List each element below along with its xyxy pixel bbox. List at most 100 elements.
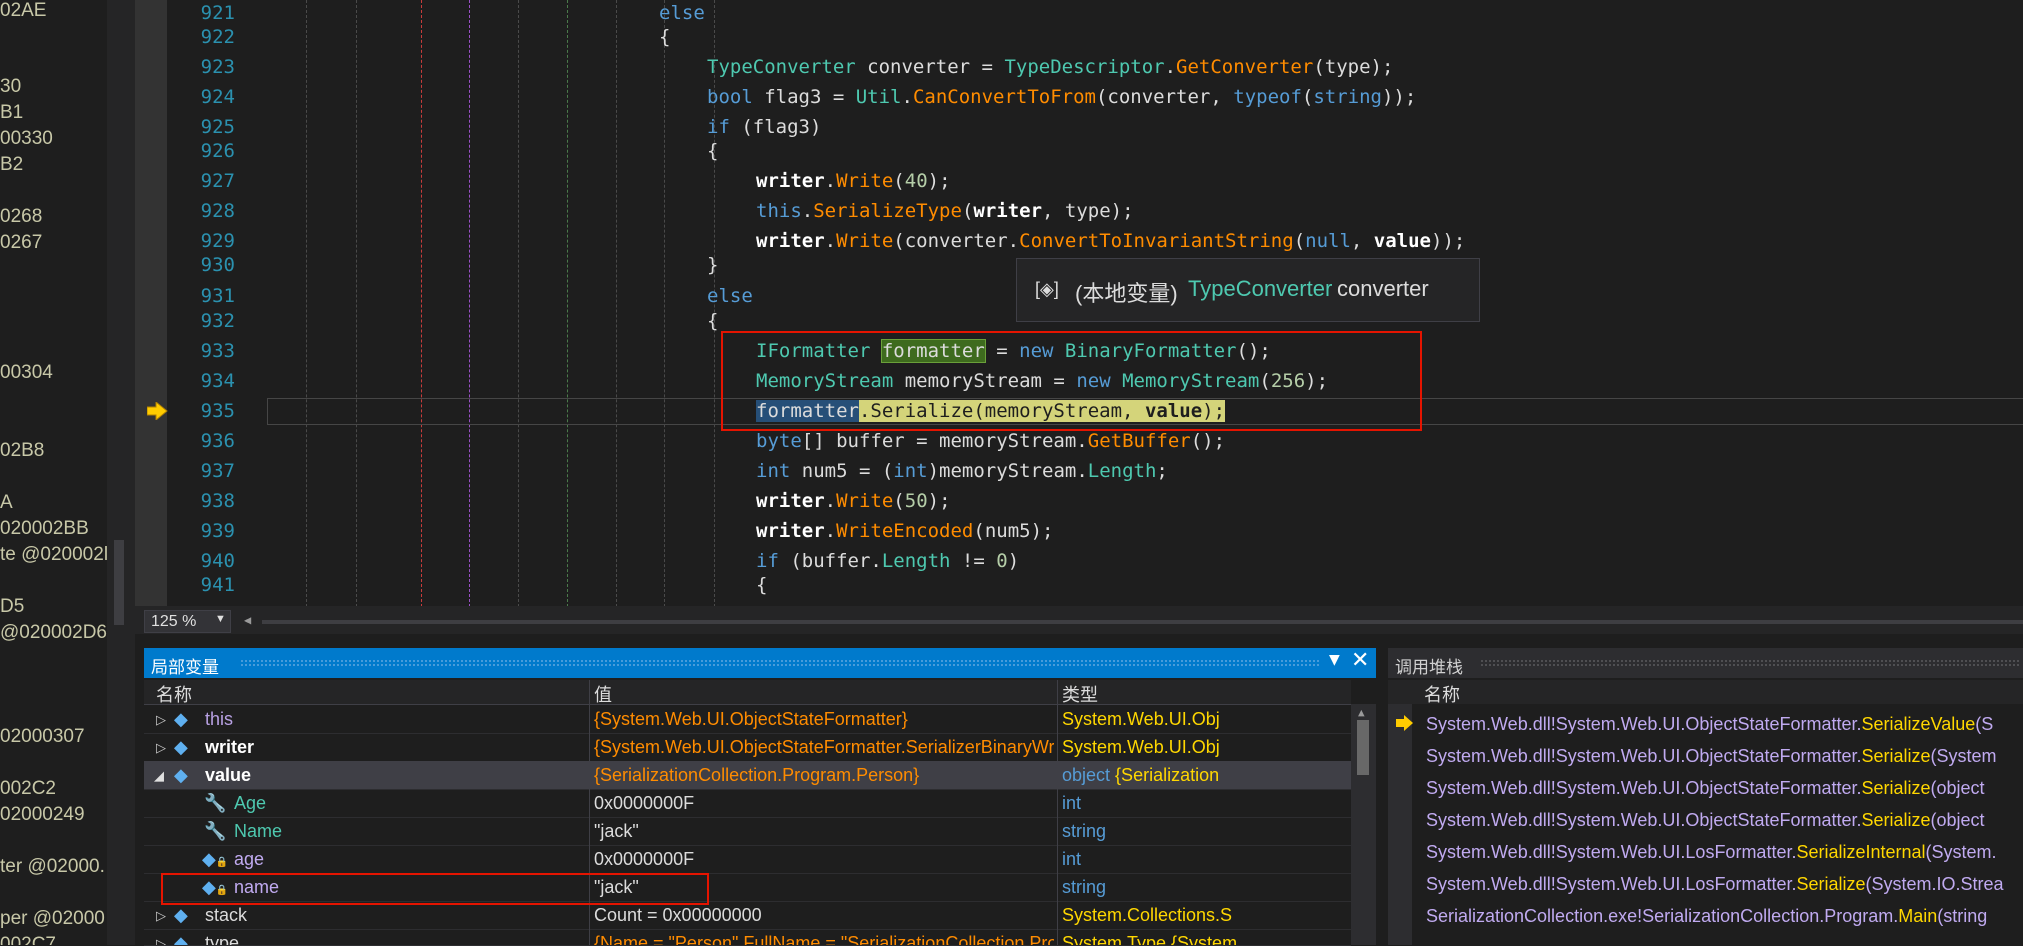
var-type: int (1062, 793, 1082, 813)
callstack-frame[interactable]: System.Web.dll!System.Web.UI.ObjectState… (1388, 709, 2023, 741)
code-line[interactable]: } (707, 254, 718, 276)
table-row[interactable]: 🔧 Age 0x0000000F int (144, 789, 1351, 818)
table-row[interactable]: ▷ ◆ stack Count = 0x00000000 System.Coll… (144, 901, 1351, 930)
left-strip-item: 002C7 (0, 934, 56, 945)
table-row[interactable]: ▷ ◆ type {Name = "Person" FullName = "Se… (144, 929, 1351, 946)
table-row[interactable]: ◢ ◆ value {SerializationCollection.Progr… (144, 761, 1351, 790)
line-number: 922 (200, 26, 235, 48)
left-panel-scrollbar[interactable] (107, 0, 135, 945)
code-line[interactable]: TypeConverter converter = TypeDescriptor… (707, 56, 1393, 78)
locals-scroll-thumb[interactable] (1357, 720, 1369, 775)
indent-guide (421, 0, 422, 612)
callstack-frame[interactable]: System.Web.dll!System.Web.UI.ObjectState… (1388, 741, 2023, 773)
object-icon: ◆ (174, 933, 188, 946)
var-type: System.Web.UI.Obj (1062, 737, 1220, 757)
left-panel-scroll-thumb[interactable] (114, 540, 124, 625)
object-icon: ◆ (174, 737, 188, 757)
left-panel-strip: 02AE 30 B1 00330 B2 0268 0267 00304 02B8… (0, 0, 107, 945)
code-line[interactable]: writer.Write(40); (756, 170, 951, 192)
scroll-up-icon[interactable]: ▲ (1358, 706, 1365, 719)
code-line[interactable]: { (707, 310, 718, 332)
left-strip-item: 02000249 (0, 804, 85, 825)
editor-horizontal-scrollbar[interactable] (262, 620, 2023, 624)
current-frame-arrow-icon (1396, 715, 1414, 736)
column-type[interactable]: 类型 (1062, 681, 1098, 707)
left-strip-item: D5 (0, 596, 25, 617)
table-row[interactable]: ▷ ◆ writer {System.Web.UI.ObjectStateFor… (144, 733, 1351, 762)
code-line[interactable]: writer.Write(50); (756, 490, 951, 512)
window-menu-chevron-icon[interactable]: ▼ (1329, 652, 1340, 668)
code-line[interactable]: this.SerializeType(writer, type); (756, 200, 1134, 222)
left-strip-item: 02B8 (0, 440, 45, 461)
line-number: 933 (200, 340, 235, 362)
code-line[interactable]: { (756, 574, 767, 596)
var-value: {System.Web.UI.ObjectStateFormatter.Seri… (594, 737, 1054, 757)
var-type: System.Collections.S (1062, 905, 1233, 925)
left-strip-item: 0267 (0, 232, 43, 253)
var-type: object {Serialization (1062, 765, 1220, 785)
current-instruction-arrow-icon (146, 400, 169, 422)
locals-column-header: 名称 值 类型 (144, 680, 1351, 705)
private-field-icon: ◆🔒 (202, 849, 229, 869)
callstack-window-title[interactable]: 调用堆栈 (1388, 648, 2023, 678)
column-value[interactable]: 值 (594, 681, 612, 707)
code-line[interactable]: byte[] buffer = memoryStream.GetBuffer()… (756, 430, 1225, 452)
close-icon[interactable]: ✕ (1351, 648, 1369, 673)
left-strip-item: 00330 (0, 128, 53, 149)
left-strip-item: A (0, 492, 13, 513)
object-icon: ◆ (174, 905, 188, 925)
table-row[interactable]: ◆🔒 age 0x0000000F int (144, 845, 1351, 874)
object-icon: ◆ (174, 765, 188, 785)
breakpoint-margin[interactable] (135, 0, 167, 606)
line-number: 923 (200, 56, 235, 78)
var-name: type (205, 933, 240, 946)
callstack-column-header: 名称 (1388, 680, 2023, 707)
indent-guide (356, 0, 357, 612)
tooltip-prefix: (本地变量) (1075, 281, 1178, 306)
collapse-icon[interactable]: ◢ (154, 768, 164, 784)
line-number: 930 (200, 254, 235, 276)
var-name: Name (234, 821, 283, 841)
expand-icon[interactable]: ▷ (156, 712, 166, 728)
var-name: Age (234, 793, 267, 813)
code-line[interactable]: bool flag3 = Util.CanConvertToFrom(conve… (707, 86, 1416, 108)
line-number: 941 (200, 574, 235, 596)
code-line[interactable]: writer.Write(converter.ConvertToInvarian… (756, 230, 1465, 252)
table-row[interactable]: ▷ ◆ this {System.Web.UI.ObjectStateForma… (144, 705, 1351, 734)
line-number: 928 (200, 200, 235, 222)
line-number: 924 (200, 86, 235, 108)
expand-icon[interactable]: ▷ (156, 908, 166, 924)
var-name: writer (205, 737, 255, 757)
left-strip-item: 00304 (0, 362, 53, 383)
code-line[interactable]: else (659, 2, 705, 24)
line-number: 925 (200, 116, 235, 138)
left-strip-item: 02000307 (0, 726, 85, 747)
code-line[interactable]: else (707, 285, 753, 307)
left-strip-item: 30 (0, 76, 22, 97)
var-name: age (234, 849, 265, 869)
callstack-frame[interactable]: System.Web.dll!System.Web.UI.ObjectState… (1388, 805, 2023, 837)
callstack-frame[interactable]: System.Web.dll!System.Web.UI.LosFormatte… (1388, 837, 2023, 869)
tooltip-name: converter (1337, 276, 1429, 301)
code-line[interactable]: { (707, 140, 718, 162)
local-variable-icon: [◈] (1035, 279, 1059, 299)
column-name[interactable]: 名称 (1424, 681, 1460, 707)
code-line[interactable]: if (buffer.Length != 0) (756, 550, 1019, 572)
callstack-frame[interactable]: SerializationCollection.exe!Serializatio… (1388, 901, 2023, 933)
table-row[interactable]: 🔧 Name "jack" string (144, 817, 1351, 846)
left-strip-item: per @02000 (0, 908, 105, 929)
column-name[interactable]: 名称 (156, 681, 192, 707)
code-line[interactable]: int num5 = (int)memoryStream.Length; (756, 460, 1168, 482)
line-number: 927 (200, 170, 235, 192)
scroll-left-icon[interactable]: ◀ (244, 613, 251, 627)
code-line[interactable]: if (flag3) (707, 116, 821, 138)
var-value: {Name = "Person" FullName = "Serializati… (594, 933, 1054, 946)
callstack-frame[interactable]: System.Web.dll!System.Web.UI.LosFormatte… (1388, 869, 2023, 901)
zoom-dropdown[interactable]: 125 % ▼ (144, 610, 231, 633)
quick-info-tooltip: [◈] (本地变量) TypeConverter converter (1016, 258, 1480, 322)
expand-icon[interactable]: ▷ (156, 740, 166, 756)
code-line[interactable]: { (659, 26, 670, 48)
left-strip-item: @020002D6 (0, 622, 107, 643)
callstack-frame[interactable]: System.Web.dll!System.Web.UI.ObjectState… (1388, 773, 2023, 805)
code-line[interactable]: writer.WriteEncoded(num5); (756, 520, 1053, 542)
